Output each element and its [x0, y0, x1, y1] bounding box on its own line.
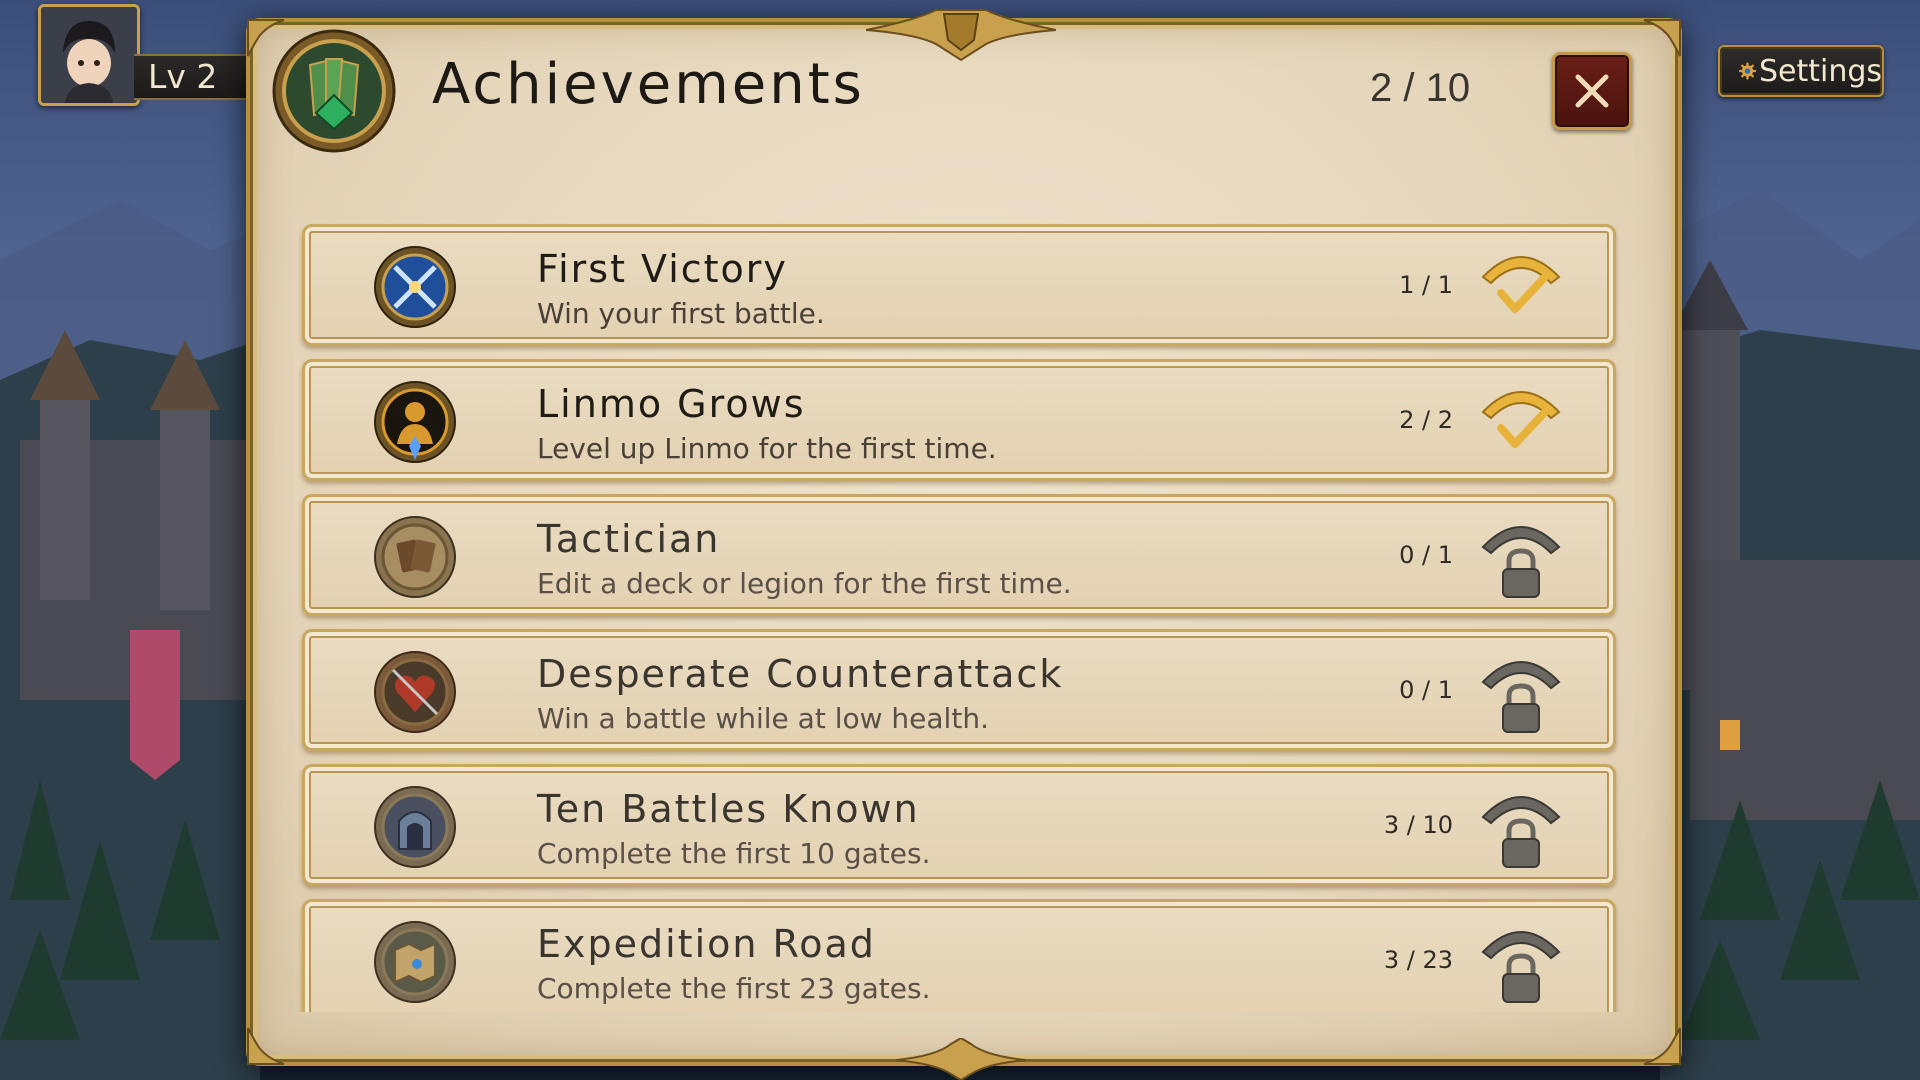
achievement-title: Linmo Grows: [537, 382, 806, 426]
panel-corner-ornament-icon: [247, 1027, 285, 1065]
gear-icon: [1739, 62, 1756, 80]
lock-icon: [1481, 526, 1561, 598]
achievement-count: 2 / 10: [1370, 66, 1471, 110]
achievement-description: Complete the first 23 gates.: [537, 972, 931, 1005]
player-avatar[interactable]: [38, 4, 140, 106]
achievement-row[interactable]: Linmo Grows Level up Linmo for the first…: [302, 359, 1616, 481]
lock-icon: [1481, 796, 1561, 868]
achievement-description: Level up Linmo for the first time.: [537, 432, 997, 465]
close-icon: [1575, 74, 1609, 108]
panel-top-crest-icon: [866, 9, 1056, 62]
achievement-title: Tactician: [537, 517, 721, 561]
achievement-description: Win your first battle.: [537, 297, 825, 330]
achievement-description: Edit a deck or legion for the first time…: [537, 567, 1072, 600]
achievement-progress: 0 / 1: [1399, 676, 1453, 704]
achievement-description: Win a battle while at low health.: [537, 702, 989, 735]
achievement-row[interactable]: Ten Battles Known Complete the first 10 …: [302, 764, 1616, 886]
completed-check-icon: [1481, 256, 1561, 313]
cards-icon: [374, 516, 456, 598]
achievement-progress: 3 / 23: [1383, 946, 1453, 974]
page-title: Achievements: [432, 52, 865, 117]
achievement-title: First Victory: [537, 247, 788, 291]
settings-label: Settings: [1758, 53, 1882, 89]
heart-sword-icon: [374, 651, 456, 733]
panel-bottom-crest-icon: [896, 1038, 1026, 1080]
lock-icon: [1481, 931, 1561, 1003]
achievement-progress: 0 / 1: [1399, 541, 1453, 569]
achievement-title: Ten Battles Known: [537, 787, 920, 831]
crossed-swords-icon: [374, 246, 456, 328]
lock-icon: [1481, 661, 1561, 733]
map-icon: [374, 921, 456, 1003]
achievement-title: Expedition Road: [537, 922, 876, 966]
achievement-progress: 3 / 10: [1383, 811, 1453, 839]
achievement-title: Desperate Counterattack: [537, 652, 1064, 696]
panel-corner-ornament-icon: [1643, 1027, 1681, 1065]
achievement-row[interactable]: First Victory Win your first battle. 1 /…: [302, 224, 1616, 346]
completed-check-icon: [1481, 391, 1561, 448]
achievement-description: Complete the first 10 gates.: [537, 837, 931, 870]
achievement-progress: 2 / 2: [1399, 406, 1453, 434]
gate-icon: [374, 786, 456, 868]
panel-corner-ornament-icon: [1643, 19, 1681, 57]
settings-button[interactable]: Settings: [1718, 45, 1884, 97]
close-button[interactable]: [1552, 52, 1632, 130]
achievement-row[interactable]: Desperate Counterattack Win a battle whi…: [302, 629, 1616, 751]
achievement-progress: 1 / 1: [1399, 271, 1453, 299]
achievements-emblem-icon: [272, 29, 396, 153]
avatar-portrait-icon: [41, 7, 137, 103]
achievement-row[interactable]: Expedition Road Complete the first 23 ga…: [302, 899, 1616, 1012]
achievement-list[interactable]: First Victory Win your first battle. 1 /…: [298, 222, 1624, 1012]
hero-silhouette-icon: [374, 381, 456, 463]
achievement-row[interactable]: Tactician Edit a deck or legion for the …: [302, 494, 1616, 616]
